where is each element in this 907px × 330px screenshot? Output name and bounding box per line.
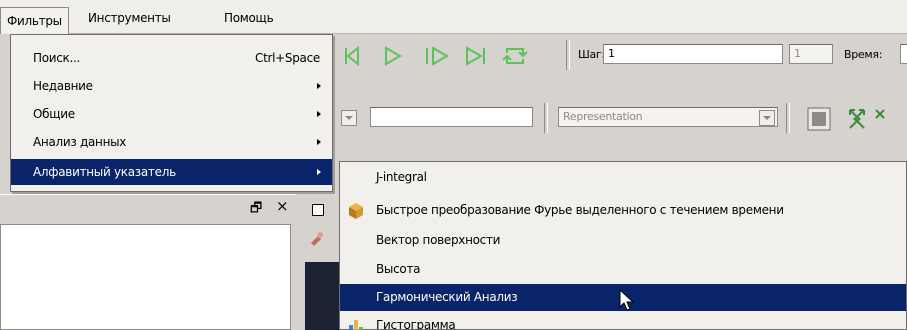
submenu-arrow-icon	[317, 169, 321, 175]
time-input[interactable]	[900, 44, 907, 64]
loop-icon[interactable]	[502, 48, 528, 64]
representation-dropdown-button[interactable]	[759, 110, 775, 126]
playback-controls	[345, 45, 528, 67]
menu-filters[interactable]: Фильтры	[0, 7, 69, 34]
close-panel-icon[interactable]: ×	[276, 197, 289, 215]
float-panel-icon[interactable]: 🗗	[250, 199, 262, 221]
submenu-arrow-icon	[317, 111, 321, 117]
menu-item-label: Алфавитный указатель	[33, 165, 176, 179]
step-input[interactable]: 1	[603, 44, 783, 64]
next-frame-icon[interactable]	[426, 46, 450, 66]
menu-item-label: Общие	[33, 107, 75, 121]
submenu-item-label: J-integral	[376, 170, 427, 184]
axis-icon[interactable]	[875, 109, 885, 119]
step-label: Шаг:	[578, 48, 605, 61]
render-view[interactable]	[305, 262, 341, 330]
menu-item-data-analysis[interactable]: Анализ данных	[11, 129, 332, 155]
menu-help[interactable]: Помощь	[224, 10, 274, 26]
menu-item-label: Недавние	[33, 79, 93, 93]
first-frame-icon[interactable]	[345, 45, 359, 67]
menu-item-label: Анализ данных	[33, 135, 127, 149]
reset-camera-icon[interactable]	[849, 109, 865, 129]
submenu-item-label: Гистограмма	[376, 318, 456, 330]
square-view-icon[interactable]	[807, 107, 831, 131]
toolbar-separator	[544, 103, 548, 133]
submenu-item-histogram[interactable]: Гистограмма	[340, 312, 906, 330]
mouse-cursor-icon	[619, 289, 635, 311]
box-icon	[349, 203, 363, 219]
menu-item-common[interactable]: Общие	[11, 101, 332, 127]
submenu-item-j-integral[interactable]: J-integral	[340, 164, 906, 191]
histogram-icon	[349, 320, 363, 330]
submenu-item-surface-vectors[interactable]: Вектор поверхности	[340, 227, 906, 254]
representation-select[interactable]: Representation	[558, 107, 778, 127]
play-icon[interactable]	[385, 46, 403, 66]
submenu-item-fft-selection-over-time[interactable]: Быстрое преобразование Фурье выделенного…	[340, 197, 906, 224]
representation-value: Representation	[563, 110, 643, 123]
submenu-item-label: Гармонический Анализ	[376, 290, 518, 304]
submenu-arrow-icon	[317, 139, 321, 145]
menu-item-alphabetical[interactable]: Алфавитный указатель	[11, 159, 332, 185]
menu-item-label: Поиск...	[33, 51, 81, 65]
dock-panel-body	[0, 224, 291, 330]
toolbar-separator	[566, 40, 570, 70]
menu-item-recent[interactable]: Недавние	[11, 73, 332, 99]
last-frame-icon[interactable]	[466, 46, 485, 66]
submenu-item-elevation[interactable]: Высота	[340, 256, 906, 283]
menu-item-search[interactable]: Поиск... Ctrl+Space	[11, 45, 332, 71]
submenu-item-label: Высота	[376, 262, 421, 276]
filters-menu: Поиск... Ctrl+Space Недавние Общие Анали…	[10, 34, 333, 192]
submenu-arrow-icon	[317, 83, 321, 89]
variable-input[interactable]	[370, 107, 533, 127]
submenu-item-label: Вектор поверхности	[376, 233, 501, 247]
time-label: Время:	[844, 48, 883, 61]
maximize-icon[interactable]	[312, 204, 324, 216]
time-index-input[interactable]: 1	[789, 44, 833, 64]
view-controls	[807, 107, 885, 131]
dock-panel-header: 🗗 ×	[0, 194, 296, 222]
pick-icon[interactable]	[308, 230, 324, 246]
menubar: Фильтры Инструменты Помощь	[0, 0, 907, 34]
menu-item-shortcut: Ctrl+Space	[255, 51, 320, 65]
submenu-item-label: Быстрое преобразование Фурье выделенного…	[376, 203, 784, 217]
toolbar-separator	[786, 103, 790, 133]
combo-dropdown-button[interactable]	[341, 110, 357, 126]
menu-tools[interactable]: Инструменты	[88, 10, 171, 26]
